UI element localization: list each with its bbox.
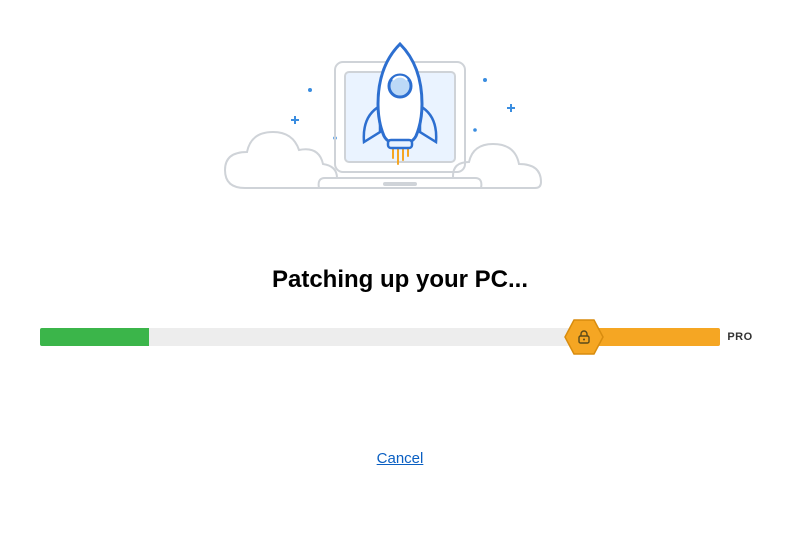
- footer-actions: Cancel: [0, 450, 800, 468]
- cancel-link[interactable]: Cancel: [377, 450, 424, 467]
- progress-fill-complete: [40, 328, 149, 346]
- hero-illustration: [0, 30, 800, 210]
- pro-label: PRO: [720, 326, 760, 348]
- progress-bar: PRO: [40, 322, 760, 354]
- rocket-laptop-icon: [215, 30, 585, 210]
- progress-fill-pro: [584, 328, 720, 346]
- status-heading: Patching up your PC...: [0, 266, 800, 294]
- lock-icon: [576, 329, 592, 345]
- progress-track: [40, 328, 720, 346]
- pro-lock-badge: [564, 319, 604, 355]
